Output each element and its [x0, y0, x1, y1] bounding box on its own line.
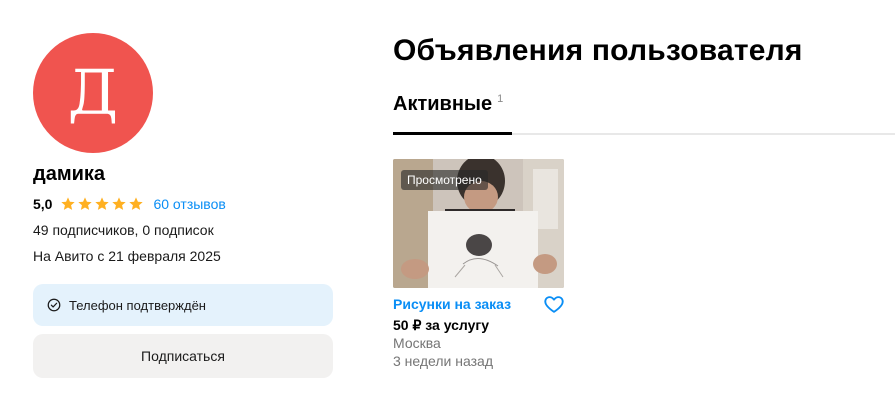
- viewed-badge: Просмотрено: [401, 170, 488, 190]
- listing-date: 3 недели назад: [393, 353, 493, 369]
- star-icon: [78, 197, 93, 210]
- avatar-letter: Д: [67, 56, 119, 129]
- avatar: Д: [33, 33, 153, 153]
- reviews-link[interactable]: 60 отзывов: [153, 196, 225, 212]
- star-icon: [112, 197, 127, 210]
- rating-stars: [60, 196, 144, 212]
- tabs-divider: [512, 133, 895, 135]
- listing-city: Москва: [393, 335, 441, 351]
- tab-underline: [393, 132, 512, 135]
- tab-label: Активные: [393, 93, 493, 115]
- rating-row: 5,0 60 отзывов: [33, 196, 226, 212]
- heart-outline-icon[interactable]: [543, 293, 565, 315]
- tab-count: 1: [497, 93, 504, 105]
- username: дамика: [33, 163, 106, 185]
- tab-active[interactable]: Активные 1: [393, 93, 503, 116]
- check-circle-icon: [47, 298, 61, 312]
- phone-verified-box: Телефон подтверждён: [33, 284, 333, 326]
- star-icon: [95, 197, 110, 210]
- page-title: Объявления пользователя: [393, 34, 803, 67]
- listing-title-link[interactable]: Рисунки на заказ: [393, 296, 511, 312]
- subscribers-text: 49 подписчиков, 0 подписок: [33, 222, 214, 238]
- member-since: На Авито с 21 февраля 2025: [33, 248, 221, 264]
- star-icon: [61, 197, 76, 210]
- listing-price: 50 ₽ за услугу: [393, 317, 490, 333]
- phone-verified-text: Телефон подтверждён: [69, 297, 206, 313]
- subscribe-button[interactable]: Подписаться: [33, 334, 333, 378]
- rating-value: 5,0: [33, 196, 53, 212]
- star-icon: [129, 197, 144, 210]
